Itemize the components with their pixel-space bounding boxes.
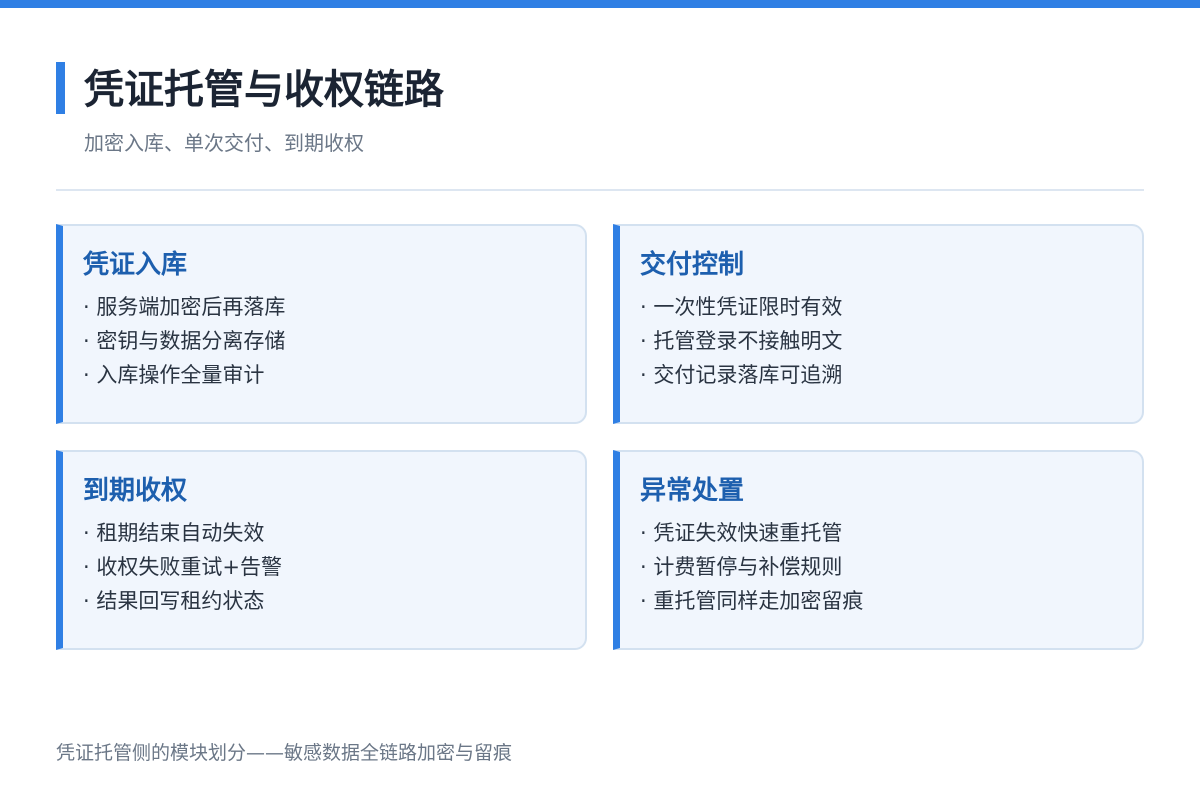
card-item-list: · 服务端加密后再落库 · 密钥与数据分离存储 · 入库操作全量审计 bbox=[83, 290, 565, 392]
card-item: · 交付记录落库可追溯 bbox=[640, 363, 843, 387]
card-item: · 密钥与数据分离存储 bbox=[83, 329, 286, 353]
card-item: · 托管登录不接触明文 bbox=[640, 329, 843, 353]
footer-note: 凭证托管侧的模块划分——敏感数据全链路加密与留痕 bbox=[56, 742, 513, 764]
card-item-list: · 凭证失效快速重托管 · 计费暂停与补偿规则 · 重托管同样走加密留痕 bbox=[640, 516, 1122, 618]
card-item: · 凭证失效快速重托管 bbox=[640, 521, 843, 545]
card-exception-handling: 异常处置 · 凭证失效快速重托管 · 计费暂停与补偿规则 · 重托管同样走加密留… bbox=[613, 450, 1144, 650]
page-subtitle: 加密入库、单次交付、到期收权 bbox=[84, 131, 364, 155]
card-title: 异常处置 bbox=[640, 476, 745, 506]
card-delivery-control: 交付控制 · 一次性凭证限时有效 · 托管登录不接触明文 · 交付记录落库可追溯 bbox=[613, 224, 1144, 424]
card-item: · 收权失败重试+告警 bbox=[83, 555, 282, 579]
card-item: · 结果回写租约状态 bbox=[83, 589, 265, 613]
page-title: 凭证托管与收权链路 bbox=[84, 67, 444, 113]
card-title: 交付控制 bbox=[640, 250, 745, 280]
card-item: · 重托管同样走加密留痕 bbox=[640, 589, 864, 613]
card-item-list: · 一次性凭证限时有效 · 托管登录不接触明文 · 交付记录落库可追溯 bbox=[640, 290, 1122, 392]
card-item: · 入库操作全量审计 bbox=[83, 363, 265, 387]
card-item-list: · 租期结束自动失效 · 收权失败重试+告警 · 结果回写租约状态 bbox=[83, 516, 565, 618]
card-item: · 计费暂停与补偿规则 bbox=[640, 555, 843, 579]
header-divider bbox=[56, 189, 1144, 191]
card-item: · 一次性凭证限时有效 bbox=[640, 295, 843, 319]
top-accent-bar bbox=[0, 0, 1200, 8]
card-title: 凭证入库 bbox=[83, 250, 188, 280]
card-expiry-revocation: 到期收权 · 租期结束自动失效 · 收权失败重试+告警 · 结果回写租约状态 bbox=[56, 450, 587, 650]
title-accent-bar bbox=[56, 62, 65, 114]
card-item: · 服务端加密后再落库 bbox=[83, 295, 286, 319]
card-title: 到期收权 bbox=[83, 476, 188, 506]
card-credential-storage: 凭证入库 · 服务端加密后再落库 · 密钥与数据分离存储 · 入库操作全量审计 bbox=[56, 224, 587, 424]
card-item: · 租期结束自动失效 bbox=[83, 521, 265, 545]
